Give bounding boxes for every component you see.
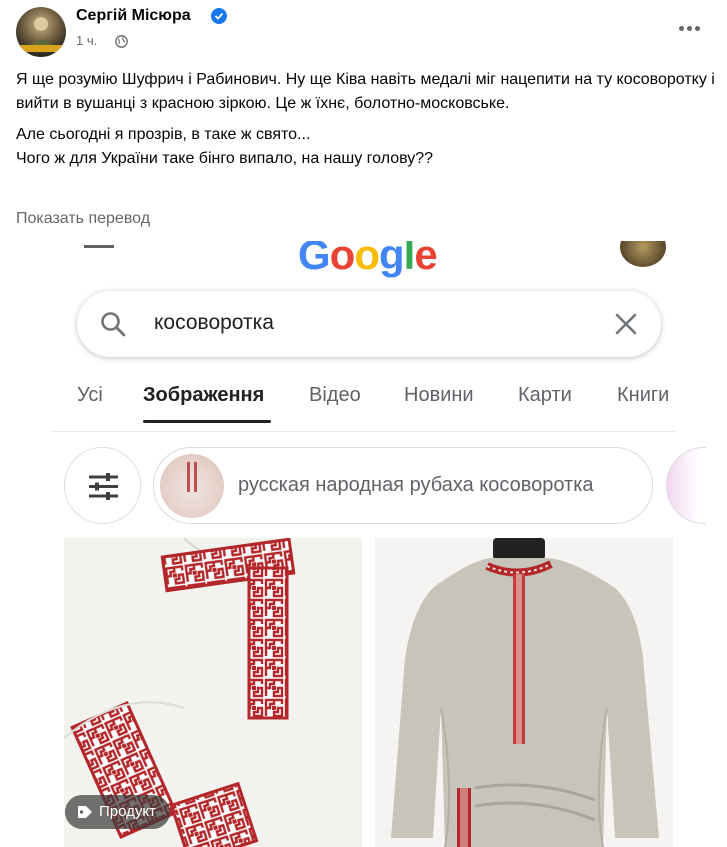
author-name[interactable]: Сергій Місюра [76,7,191,25]
tab-books: Книги [617,384,670,406]
show-translation-link[interactable]: Показать перевод [16,210,150,228]
active-tab-indicator [143,420,271,423]
search-icon [101,312,126,337]
tab-all: Усі [77,384,103,406]
google-account-avatar [620,241,666,267]
related-search-chip: русская народная рубаха косоворотка [153,447,653,524]
author-avatar[interactable] [16,7,66,57]
attached-screenshot[interactable]: Google косоворотка Усі Зображення Відео … [0,241,727,847]
post-body: Я ще розумію Шуфрич і Рабинович. Ну ще К… [16,68,716,178]
tag-icon [78,806,92,818]
google-logo: Google [298,241,438,278]
search-box: косоворотка [77,291,661,357]
menu-icon [84,245,114,248]
chip-thumbnail [160,454,224,518]
search-input: косоворотка [154,311,274,334]
post-line: Чого ж для України таке бінго випало, на… [16,150,434,167]
close-icon [615,313,637,335]
divider [51,431,676,432]
more-options-icon[interactable] [676,18,704,38]
result-image-right [375,538,673,847]
post-timestamp[interactable]: 1 ч. [76,33,97,48]
tab-news: Новини [404,384,474,406]
globe-icon [115,35,128,48]
filter-button [64,447,141,524]
post-header: Сергій Місюра 1 ч. [0,0,727,62]
search-tabs: Усі Зображення Відео Новини Карти Книги [0,384,727,424]
verified-badge-icon [211,8,227,24]
next-chip [666,447,706,524]
post-paragraph: Але сьогодні я прозрів, в таке ж свято..… [16,123,716,171]
post-line: Але сьогодні я прозрів, в таке ж свято..… [16,126,311,143]
tab-maps: Карти [518,384,572,406]
product-badge: Продукт [65,795,170,829]
post-paragraph: Я ще розумію Шуфрич і Рабинович. Ну ще К… [16,71,715,112]
tab-images: Зображення [143,384,265,406]
tab-video: Відео [309,384,361,406]
chip-label: русская народная рубаха косоворотка [238,474,594,496]
filter-sliders-icon [89,473,118,500]
product-badge-label: Продукт [99,803,156,820]
